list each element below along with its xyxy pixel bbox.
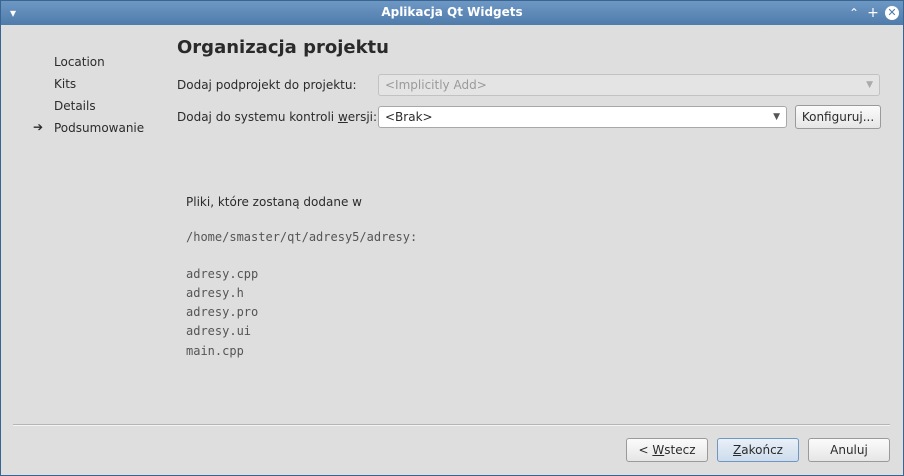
- window-title: Aplikacja Qt Widgets: [381, 5, 523, 19]
- file-item: adresy.cpp: [186, 267, 259, 281]
- step-location: Location: [54, 55, 105, 69]
- step-summary-label: Podsumowanie: [54, 121, 145, 135]
- configure-button[interactable]: Konfiguruj...: [795, 105, 881, 129]
- back-button[interactable]: < Wstecz: [626, 438, 708, 462]
- dropdown-arrow-icon: ▼: [773, 112, 780, 122]
- file-item: adresy.h: [186, 286, 244, 300]
- arrow-right-icon: ➔: [33, 120, 44, 134]
- vcs-label: Dodaj do systemu kontroli wersji:: [177, 110, 377, 124]
- title-bar[interactable]: ▾ Aplikacja Qt Widgets ⌃ + ✕: [1, 1, 903, 25]
- target-path: /home/smaster/qt/adresy5/adresy:: [186, 230, 418, 244]
- page-title: Organizacja projektu: [177, 37, 389, 58]
- file-item: adresy.ui: [186, 324, 252, 338]
- plus-icon[interactable]: +: [866, 6, 880, 20]
- close-icon[interactable]: ✕: [885, 6, 899, 20]
- step-kits: Kits: [54, 77, 77, 91]
- vcs-label-mnemonic: w: [337, 110, 348, 124]
- chevron-up-icon[interactable]: ⌃: [847, 6, 861, 20]
- dropdown-arrow-icon: ▼: [866, 80, 873, 90]
- finish-button[interactable]: Zakończ: [717, 438, 799, 462]
- vcs-label-suffix: ersji:: [347, 110, 378, 124]
- subproject-combo: <Implicitly Add> ▼: [378, 74, 880, 96]
- subproject-value: <Implicitly Add>: [385, 78, 487, 92]
- finish-mnemonic: Z: [733, 443, 742, 457]
- file-item: main.cpp: [186, 344, 244, 358]
- wizard-window: ▾ Aplikacja Qt Widgets ⌃ + ✕ Location Ki…: [0, 0, 904, 476]
- step-details: Details: [54, 99, 96, 113]
- vcs-label-prefix: Dodaj do systemu kontroli: [177, 110, 338, 124]
- finish-suffix: akończ: [741, 443, 783, 457]
- back-suffix: stecz: [664, 443, 696, 457]
- footer-separator: [13, 424, 890, 426]
- files-intro-text: Pliki, które zostaną dodane w: [186, 195, 362, 209]
- cancel-button[interactable]: Anuluj: [808, 438, 890, 462]
- subproject-label: Dodaj podprojekt do projektu:: [177, 78, 357, 92]
- vcs-combo[interactable]: <Brak> ▼: [378, 106, 787, 128]
- back-prefix: <: [638, 443, 653, 457]
- file-item: adresy.pro: [186, 305, 259, 319]
- vcs-value: <Brak>: [385, 110, 433, 124]
- back-mnemonic: W: [652, 443, 665, 457]
